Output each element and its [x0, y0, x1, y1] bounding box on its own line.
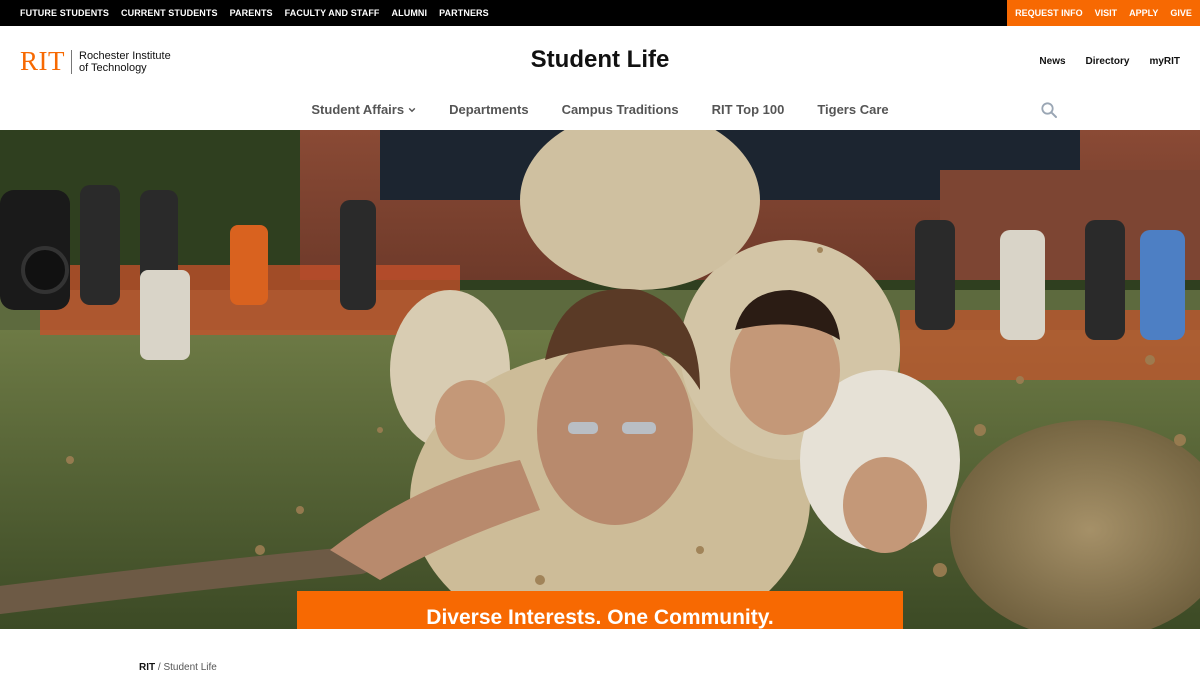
directory-link[interactable]: Directory — [1086, 56, 1130, 67]
utility-link-partners[interactable]: PARTNERS — [439, 8, 489, 18]
utility-link-alumni[interactable]: ALUMNI — [392, 8, 428, 18]
nav-item-label: Departments — [449, 102, 529, 117]
request-info-link[interactable]: REQUEST INFO — [1015, 8, 1083, 18]
nav-item-tigers-care[interactable]: Tigers Care — [817, 102, 888, 117]
breadcrumb-root-link[interactable]: RIT — [139, 662, 155, 673]
site-title[interactable]: Student Life — [0, 46, 1200, 74]
utility-bar: FUTURE STUDENTS CURRENT STUDENTS PARENTS… — [0, 0, 1200, 26]
header-links: News Directory myRIT — [1039, 56, 1180, 67]
utility-link-future-students[interactable]: FUTURE STUDENTS — [20, 8, 109, 18]
nav-item-rit-top-100[interactable]: RIT Top 100 — [712, 102, 785, 117]
nav-item-departments[interactable]: Departments — [449, 102, 528, 117]
chevron-down-icon — [408, 107, 416, 112]
hero-banner-text: Diverse Interests. One Community. — [426, 606, 774, 629]
visit-link[interactable]: VISIT — [1095, 8, 1118, 18]
search-icon[interactable] — [1040, 101, 1058, 119]
news-link[interactable]: News — [1039, 56, 1065, 67]
nav-item-label: RIT Top 100 — [711, 102, 785, 117]
audience-links: FUTURE STUDENTS CURRENT STUDENTS PARENTS… — [20, 0, 489, 26]
nav-item-campus-traditions[interactable]: Campus Traditions — [562, 102, 679, 117]
site-header: RIT Rochester Institute of Technology St… — [0, 26, 1200, 96]
main-nav: Student Affairs Departments Campus Tradi… — [0, 96, 1200, 130]
breadcrumb-current: Student Life — [163, 662, 217, 673]
nav-item-label: Campus Traditions — [561, 102, 679, 117]
myrit-link[interactable]: myRIT — [1149, 56, 1180, 67]
hero-photo-illustration — [0, 130, 1200, 629]
utility-link-parents[interactable]: PARENTS — [230, 8, 273, 18]
nav-item-label: Tigers Care — [817, 102, 889, 117]
hero-banner: Diverse Interests. One Community. — [297, 591, 903, 629]
breadcrumb: RIT / Student Life — [139, 662, 217, 673]
action-links: REQUEST INFO VISIT APPLY GIVE — [1007, 0, 1200, 26]
nav-item-label: Student Affairs — [311, 102, 405, 117]
give-link[interactable]: GIVE — [1170, 8, 1192, 18]
nav-item-student-affairs[interactable]: Student Affairs — [311, 102, 416, 117]
apply-link[interactable]: APPLY — [1129, 8, 1158, 18]
hero-image: Diverse Interests. One Community. — [0, 130, 1200, 629]
utility-link-current-students[interactable]: CURRENT STUDENTS — [121, 8, 218, 18]
utility-link-faculty-staff[interactable]: FACULTY AND STAFF — [285, 8, 380, 18]
